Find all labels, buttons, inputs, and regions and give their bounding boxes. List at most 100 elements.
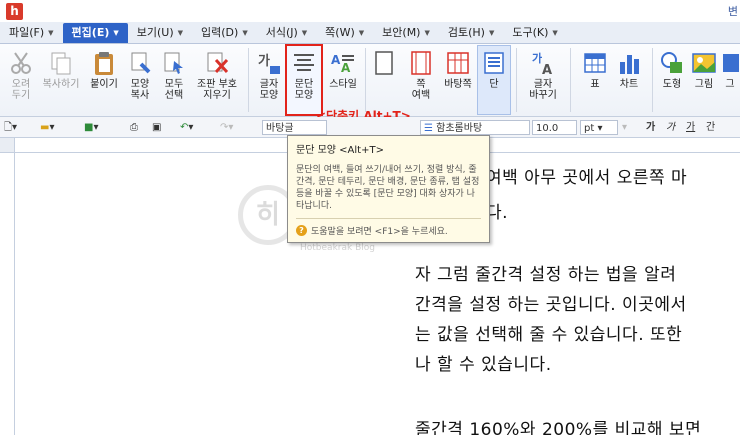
title-bar: h 변 [0,0,740,22]
picture-icon [691,50,717,76]
style-select-value: 바탕글 [266,123,294,134]
undo-icon[interactable]: ↶▾ [180,120,193,135]
shape-button[interactable]: 도형 [656,44,688,116]
watermark-text: Hotbeakrak Blog [300,243,375,253]
page-margin-label: 쪽 여백 [411,79,431,101]
chevron-down-icon: ▼ [177,28,184,37]
print-icon[interactable]: ⎙ [130,120,138,135]
page-margin-button[interactable]: 쪽 여백 [403,44,439,116]
page-layout-button[interactable] [368,44,400,116]
chevron-down-icon[interactable]: ▾ [622,120,627,135]
select-all-icon [161,50,187,76]
menu-edit[interactable]: 편집(E) ▼ [62,22,128,43]
strike-button[interactable]: 간 [706,120,715,135]
char-shape-button[interactable]: 가 글자 모양 [254,44,284,116]
chart-label: 차트 [619,79,639,90]
bold-button[interactable]: 가 [646,120,655,135]
svg-text:가: 가 [258,54,270,69]
select-all-label: 모두 선택 [164,79,184,101]
style-label: 스타일 [329,79,357,90]
vertical-ruler[interactable] [0,153,15,435]
select-all-button[interactable]: 모두 선택 [158,44,190,116]
chevron-down-icon: ▼ [242,28,248,37]
tooltip-help: ? 도움말을 보려면 <F1>을 누르세요. [296,224,481,237]
menu-page[interactable]: 쪽(W) ▼ [316,23,373,43]
copy-label: 복사하기 [42,79,80,90]
font-icon: ☰ [424,123,433,134]
chevron-down-icon: ▼ [48,28,54,37]
clear-marks-button[interactable]: 조판 부호 지우기 [192,44,242,116]
font-select-value: 함초롬바탕 [436,123,483,134]
picture-label: 그림 [694,79,714,90]
char-shape-icon: 가 [256,50,282,76]
picture-button[interactable]: 그림 [690,44,718,116]
format-copy-button[interactable]: 모양 복사 [124,44,156,116]
menu-tools[interactable]: 도구(K) ▼ [503,23,566,43]
menu-view[interactable]: 보기(U) ▼ [128,23,192,43]
table-label: 표 [590,79,600,90]
paste-button[interactable]: 붙이기 [86,44,122,116]
window-title: 변 [727,5,738,18]
document-line: 나 할 수 있습니다. [415,355,552,375]
ruler-corner[interactable] [0,138,15,153]
chevron-down-icon: ▼ [301,28,308,37]
char-shape-label: 글자 모양 [259,79,279,101]
chart-button[interactable]: 차트 [612,44,646,116]
shape-label: 도형 [662,79,682,90]
master-page-icon [445,50,471,76]
chevron-down-icon: ▼ [552,28,558,37]
text-wrap-label: 글자 바꾸기 [529,79,557,101]
style-button[interactable]: AA 스타일 [323,44,363,116]
graphic-icon [721,50,739,76]
chevron-down-icon: ▼ [488,28,495,37]
text-wrap-button[interactable]: 가A 글자 바꾸기 [522,44,564,116]
document-line: 간격을 설정 하는 곳입니다. 이곳에서 [415,295,687,315]
font-select[interactable]: ☰ 함초롬바탕 [420,120,530,135]
graphic-label: 그 [725,79,735,90]
app-logo-icon: h [6,3,23,20]
tooltip-title: 문단 모양 <Alt+T> [296,145,384,156]
menu-format[interactable]: 서식(J) ▼ [257,23,316,43]
preview-icon[interactable]: ▣ [152,120,161,135]
master-page-button[interactable]: 바탕쪽 [440,44,476,116]
new-doc-icon[interactable]: 🗋▾ [4,120,17,135]
open-folder-icon[interactable]: ▬▾ [40,120,54,135]
style-select[interactable]: 바탕글 [262,120,327,135]
para-shape-label: 문단 모양 [294,79,314,101]
menu-insert[interactable]: 입력(D) ▼ [192,23,257,43]
svg-text:A: A [331,53,341,67]
underline-button[interactable]: 가 [686,120,695,135]
column-label: 단 [489,79,499,90]
document-line: 여백 아무 곳에서 오른쪽 마 [486,168,688,188]
menu-file[interactable]: 파일(F) ▼ [0,23,63,43]
para-shape-button[interactable]: 문단 모양 [287,44,321,116]
menu-review[interactable]: 검토(H) ▼ [439,23,504,43]
svg-text:A: A [341,61,351,75]
tooltip-divider [296,218,481,219]
menu-bar: 파일(F) ▼ 편집(E) ▼ 보기(U) ▼ 입력(D) ▼ 서식(J) ▼ 쪽(W) ▼… [0,22,740,44]
shape-icon [659,50,685,76]
unit-select[interactable]: pt ▾ [580,120,618,135]
document-line: 는 값을 선택해 줄 수 있습니다. 또한 [415,325,683,345]
master-page-label: 바탕쪽 [444,79,472,90]
chevron-down-icon: ▼ [113,28,119,37]
unit-select-value: pt [584,123,595,134]
save-icon[interactable]: ■▾ [84,120,98,135]
italic-button[interactable]: 가 [666,120,675,135]
graphic-button[interactable]: 그 [720,44,740,116]
tooltip: 문단 모양 <Alt+T> 문단의 여백, 들여 쓰기/내어 쓰기, 정렬 방식… [287,135,490,243]
svg-text:가: 가 [532,51,542,65]
cut-button[interactable]: 오려 두기 [4,44,38,116]
ribbon-separator [516,48,517,112]
svg-text:A: A [542,63,552,76]
brush-icon [127,50,153,76]
copy-button[interactable]: 복사하기 [38,44,84,116]
column-button[interactable]: 단 [477,44,511,116]
menu-security[interactable]: 보안(M) ▼ [373,23,439,43]
table-button[interactable]: 표 [578,44,612,116]
document-line: 자 그럼 줄간격 설정 하는 법을 알려 [415,265,677,285]
ribbon-separator [652,48,653,112]
clear-marks-label: 조판 부호 지우기 [197,79,237,101]
redo-icon[interactable]: ↷▾ [220,120,233,135]
font-size-input[interactable]: 10.0 [532,120,577,135]
